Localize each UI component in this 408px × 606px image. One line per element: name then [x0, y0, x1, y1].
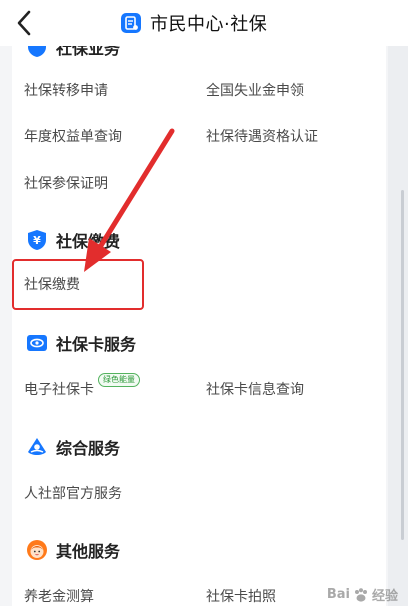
yuan-shield-icon: ¥	[28, 230, 46, 250]
green-energy-badge: 绿色能量	[98, 373, 140, 387]
section-title: 社保业务	[56, 46, 121, 58]
top-bar: 市民中心·社保	[0, 0, 408, 46]
section-comprehensive-services: 综合服务	[26, 434, 120, 460]
benefit-qualification-link[interactable]: 社保待遇资格认证	[206, 127, 318, 147]
pension-calculation-link[interactable]: 养老金测算	[24, 587, 94, 606]
social-security-payment-link[interactable]: 社保缴费	[24, 275, 80, 295]
section-title: 社保缴费	[56, 232, 121, 251]
paw-icon	[354, 587, 367, 602]
section-title: 其他服务	[56, 542, 121, 561]
watermark-left: Bai	[326, 587, 350, 602]
annual-statement-link[interactable]: 年度权益单查询	[24, 127, 122, 147]
avatar-girl-icon	[27, 540, 47, 560]
unemployment-benefit-link[interactable]: 全国失业金申领	[206, 81, 304, 101]
citizen-center-logo-icon	[121, 13, 141, 33]
comprehensive-service-icon	[28, 438, 46, 455]
section-social-security-payment: ¥ 社保缴费	[26, 227, 120, 253]
baidu-jingyan-watermark: Bai 经验	[327, 585, 398, 604]
side-strip	[388, 46, 408, 606]
social-card-photo-link[interactable]: 社保卡拍照	[206, 587, 276, 606]
social-card-icon	[27, 335, 47, 351]
back-arrow-icon[interactable]	[12, 8, 38, 38]
social-security-transfer-link[interactable]: 社保转移申请	[24, 81, 108, 101]
insurance-certificate-link[interactable]: 社保参保证明	[24, 174, 108, 194]
electronic-social-card-link[interactable]: 电子社保卡	[24, 380, 94, 400]
section-title: 社保卡服务	[56, 335, 137, 354]
section-other-services: 其他服务	[26, 537, 120, 563]
scrollbar[interactable]	[401, 190, 404, 540]
shield-icon	[28, 46, 46, 57]
services-card: 社保业务 社保转移申请 全国失业金申领 年度权益单查询 社保待遇资格认证 社保参…	[12, 46, 386, 606]
page-title: 市民中心·社保	[150, 14, 268, 35]
social-card-info-query-link[interactable]: 社保卡信息查询	[206, 380, 304, 400]
section-title: 综合服务	[56, 439, 121, 458]
section-social-card-services: 社保卡服务	[26, 330, 136, 356]
section-social-security-business: 社保业务	[26, 46, 120, 60]
watermark-right: 经验	[371, 589, 398, 604]
mohrss-official-service-link[interactable]: 人社部官方服务	[24, 484, 122, 504]
header-center: 市民中心·社保	[120, 9, 267, 37]
svg-text:¥: ¥	[33, 234, 41, 247]
